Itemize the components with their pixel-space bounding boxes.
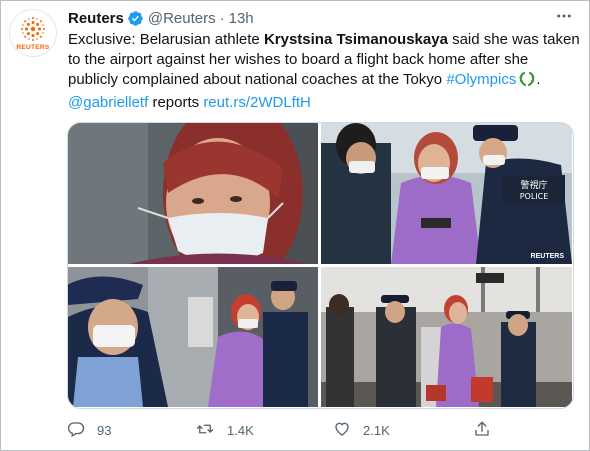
photo-elevator[interactable] <box>68 267 318 407</box>
share-icon <box>473 420 491 441</box>
tweet-text-part: Exclusive: Belarusian athlete <box>68 31 264 48</box>
article-link[interactable]: reut.rs/2WDLftH <box>203 94 311 111</box>
reuters-watermark: REUTERS <box>530 253 564 260</box>
photo-terminal-walk[interactable] <box>321 267 572 407</box>
timestamp[interactable]: 13h <box>229 10 254 27</box>
reuters-logo-icon <box>21 16 45 41</box>
author-name[interactable]: Reuters <box>68 10 124 27</box>
tweet-text: Exclusive: Belarusian athlete Krystsina … <box>68 30 580 113</box>
mention-link[interactable]: @gabrielletf <box>68 94 148 111</box>
tweet-text-part: . <box>536 71 541 88</box>
retweet-button[interactable]: 1.4K <box>195 420 254 441</box>
separator: · <box>219 9 225 27</box>
photo-athlete-with-police[interactable]: 警視庁 POLICE REUTERS <box>321 123 572 264</box>
retweet-icon <box>195 420 215 441</box>
tweet-card[interactable]: REUTERS Reuters @Reuters · 13h Exclusive… <box>0 0 590 451</box>
reply-count: 93 <box>97 422 112 438</box>
tweet-header: Reuters @Reuters · 13h <box>68 8 254 28</box>
avatar-text: REUTERS <box>16 43 50 51</box>
author-handle[interactable]: @Reuters <box>148 10 216 27</box>
tweet-actions: 93 1.4K 2.1K <box>67 419 507 441</box>
share-button[interactable] <box>473 420 491 441</box>
police-vest-label: POLICE <box>520 192 549 201</box>
photo-athlete-closeup[interactable] <box>68 123 318 264</box>
media-grid: 警視庁 POLICE REUTERS <box>67 122 574 409</box>
athlete-name: Krystsina Tsimanouskaya <box>263 31 448 48</box>
reply-icon <box>67 420 85 441</box>
police-vest-text: 警視庁 <box>520 179 547 191</box>
verified-badge-icon <box>127 10 144 27</box>
like-count: 2.1K <box>363 422 390 438</box>
tweet-text-part: reports <box>148 94 204 111</box>
hashtag-link[interactable]: #Olympics <box>446 71 516 88</box>
like-button[interactable]: 2.1K <box>333 420 390 441</box>
more-icon[interactable] <box>555 7 573 30</box>
heart-icon <box>333 420 351 441</box>
olympic-wreath-icon <box>518 71 536 93</box>
reply-button[interactable]: 93 <box>67 420 111 441</box>
retweet-count: 1.4K <box>227 422 254 438</box>
avatar[interactable]: REUTERS <box>9 9 57 57</box>
